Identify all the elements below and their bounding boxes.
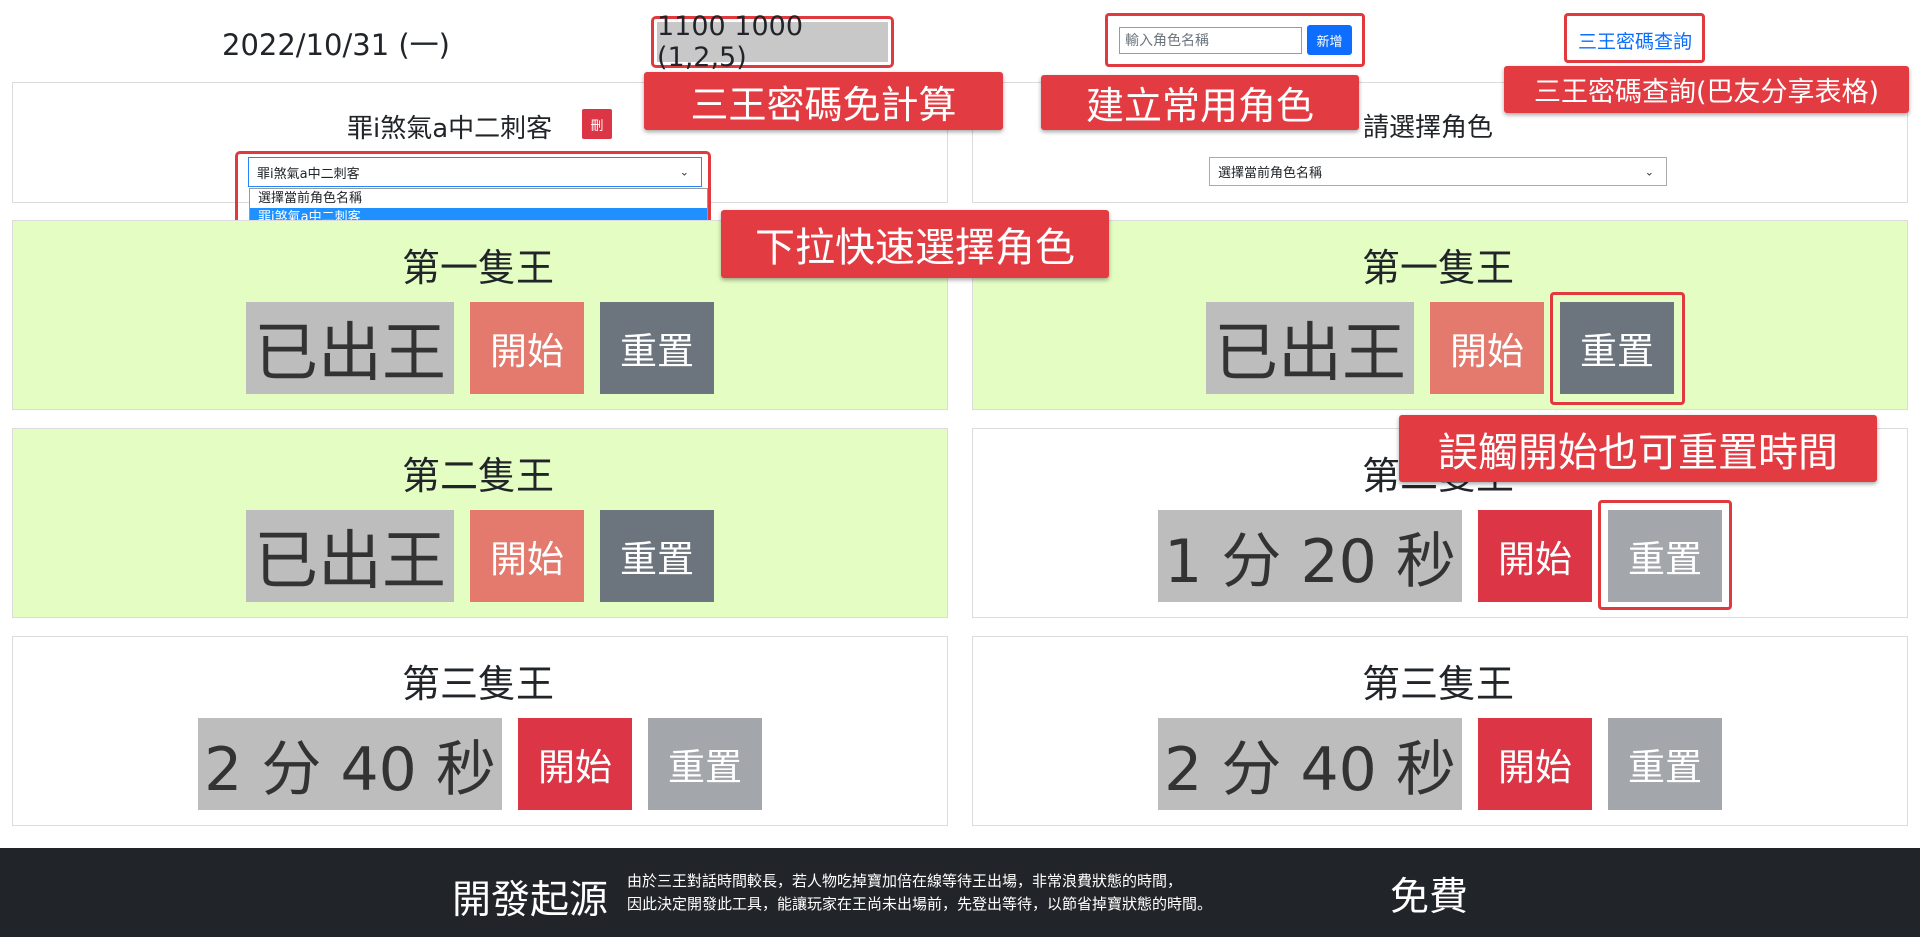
- annotation-query-table: 三王密碼查詢(巴友分享表格): [1504, 66, 1909, 113]
- left-boss-3-time: 2 分 40 秒: [198, 718, 502, 810]
- right-boss-1-start-button[interactable]: 開始: [1430, 302, 1544, 394]
- left-boss-3-reset-button[interactable]: 重置: [648, 718, 762, 810]
- annotation-free-calc: 三王密碼免計算: [644, 72, 1003, 130]
- left-boss-1-reset-button[interactable]: 重置: [600, 302, 714, 394]
- right-boss-3-title: 第三隻王: [1362, 662, 1515, 706]
- right-boss-1-reset-button[interactable]: 重置: [1560, 302, 1674, 394]
- footer-line-2: 因此決定開發此工具，能讓玩家在王尚未出場前，先登出等待，以節省掉寶狀態的時間。: [627, 895, 1213, 913]
- character-name-input[interactable]: [1119, 27, 1302, 54]
- right-character-select[interactable]: 選擇當前角色名稱 ⌄: [1209, 157, 1667, 186]
- right-boss-3-start-button[interactable]: 開始: [1478, 718, 1592, 810]
- left-boss-3-title: 第三隻王: [402, 662, 555, 706]
- left-boss-2-title: 第二隻王: [402, 454, 555, 498]
- left-boss-2-start-button[interactable]: 開始: [470, 510, 584, 602]
- annotation-dropdown-select: 下拉快速選擇角色: [721, 210, 1109, 278]
- right-boss-2-start-button[interactable]: 開始: [1478, 510, 1592, 602]
- delete-character-button[interactable]: 刪: [582, 109, 612, 139]
- code-query-link[interactable]: 三王密碼查詢: [1578, 27, 1692, 54]
- right-boss-2-time: 1 分 20 秒: [1158, 510, 1462, 602]
- chevron-down-icon: ⌄: [1644, 165, 1654, 178]
- footer-description: 由於三王對話時間較長，若人物吃掉寶加倍在線等待王出場，非常浪費狀態的時間， 因此…: [627, 870, 1212, 916]
- left-character-name: 罪i煞氣a中二刺客: [347, 114, 553, 144]
- right-boss-2-reset-button[interactable]: 重置: [1608, 510, 1722, 602]
- right-pick-label: 請選擇角色: [1363, 113, 1494, 143]
- annotation-create-role: 建立常用角色: [1041, 75, 1359, 130]
- right-select-value: 選擇當前角色名稱: [1218, 166, 1323, 181]
- right-boss-1-time: 已出王: [1206, 302, 1414, 394]
- current-date: 2022/10/31 (一): [222, 28, 450, 62]
- left-boss-2-time: 已出王: [246, 510, 454, 602]
- left-boss-2-reset-button[interactable]: 重置: [600, 510, 714, 602]
- left-boss-1-title: 第一隻王: [402, 246, 555, 290]
- left-boss-1-time: 已出王: [246, 302, 454, 394]
- right-boss-1-title: 第一隻王: [1362, 246, 1515, 290]
- footer-line-1: 由於三王對話時間較長，若人物吃掉寶加倍在線等待王出場，非常浪費狀態的時間，: [627, 872, 1183, 890]
- annotation-mistouch-reset: 誤觸開始也可重置時間: [1399, 415, 1877, 482]
- boss-code-highlight: 1100 1000 (1,2,5): [651, 11, 894, 73]
- footer-title: 開發起源: [452, 878, 609, 923]
- left-boss-1-start-button[interactable]: 開始: [470, 302, 584, 394]
- footer-free: 免費: [1390, 875, 1469, 920]
- right-boss-3-reset-button[interactable]: 重置: [1608, 718, 1722, 810]
- add-character-button[interactable]: 新增: [1307, 25, 1352, 55]
- right-boss-3-time: 2 分 40 秒: [1158, 718, 1462, 810]
- left-boss-3-start-button[interactable]: 開始: [518, 718, 632, 810]
- boss-code: 1100 1000 (1,2,5): [657, 11, 888, 73]
